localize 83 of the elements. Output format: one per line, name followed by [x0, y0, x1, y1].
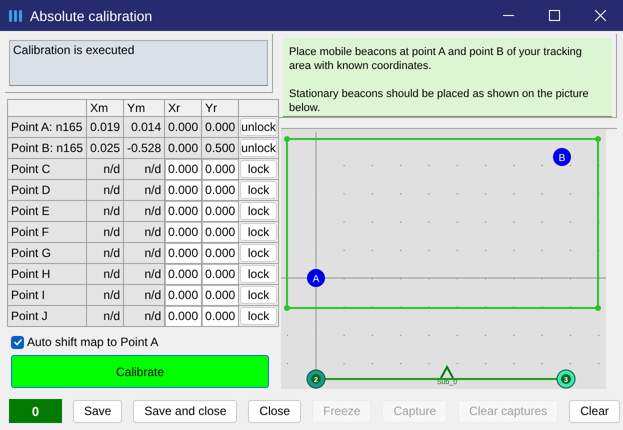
point-name-cell: Point I: [8, 284, 87, 306]
table-cell: 0.019: [86, 116, 124, 138]
input-field[interactable]: 0.000: [164, 158, 202, 180]
column-header: Xr: [164, 100, 202, 116]
table-cell: n/d: [86, 158, 124, 180]
table-cell: n/d: [86, 242, 124, 264]
table-cell: n/d: [124, 222, 165, 242]
input-field[interactable]: 0.000: [202, 264, 239, 284]
app-logo-icon: [8, 8, 24, 24]
column-header: Ym: [124, 100, 165, 116]
point-name-cell: Point J: [8, 306, 87, 326]
counter-badge: 0: [9, 399, 62, 423]
action-button[interactable]: Save and close: [133, 400, 238, 422]
checkbox-label: Auto shift map to Point A: [27, 335, 158, 349]
point-name-cell: Point E: [8, 200, 87, 222]
lock-button[interactable]: lock: [240, 160, 277, 178]
table-cell: n/d: [86, 306, 124, 326]
point-name-cell: Point D: [8, 180, 87, 200]
input-field[interactable]: 0.000: [164, 200, 202, 222]
beacon-label: A: [312, 274, 320, 285]
input-field[interactable]: 0.000: [164, 306, 202, 326]
lock-button[interactable]: lock: [240, 223, 277, 241]
input-field[interactable]: 0.000: [164, 242, 202, 264]
input-field[interactable]: 0.000: [164, 284, 202, 306]
instruction-text: Stationary beacons should be placed as shown on the picture below.: [289, 87, 590, 115]
table-cell: n/d: [124, 306, 165, 326]
table-cell: n/d: [124, 284, 165, 306]
table-cell: 0.025: [86, 138, 124, 158]
point-name-cell: Point C: [8, 158, 87, 180]
table-cell: n/d: [124, 264, 165, 284]
input-field[interactable]: 0.000: [202, 222, 239, 242]
table-cell: 0.000: [164, 138, 202, 158]
point-name-cell: Point B: n165: [8, 138, 87, 158]
beacon-label: B: [558, 153, 566, 164]
table-cell: 0.500: [202, 138, 239, 158]
input-field[interactable]: 0.000: [164, 264, 202, 284]
table-cell: -0.528: [124, 138, 165, 158]
input-field[interactable]: 0.000: [202, 180, 239, 200]
instruction-text: Place mobile beacons at point A and point B of your tracking area with known coordinates.: [289, 45, 583, 73]
checkbox[interactable]: [11, 336, 24, 348]
lock-button[interactable]: lock: [240, 265, 277, 283]
column-header: Xm: [86, 100, 124, 116]
calibrate-button[interactable]: Calibrate: [11, 355, 269, 388]
lock-button[interactable]: lock: [240, 181, 277, 199]
point-name-cell: Point H: [8, 264, 87, 284]
status-message: Calibration is executed: [9, 40, 268, 86]
column-header: Yr: [202, 100, 239, 116]
table-cell: n/d: [86, 222, 124, 242]
window-title: Absolute calibration: [30, 8, 154, 24]
lock-button[interactable]: lock: [240, 202, 277, 220]
table-cell: n/d: [124, 242, 165, 264]
lock-button[interactable]: lock: [240, 286, 277, 304]
input-field[interactable]: 0.000: [202, 284, 239, 306]
table-cell: n/d: [124, 180, 165, 200]
table-cell: n/d: [124, 158, 165, 180]
input-field[interactable]: 0.000: [202, 306, 239, 326]
table-cell: 0.000: [202, 116, 239, 138]
lock-button[interactable]: lock: [240, 244, 277, 262]
table-cell: 0.000: [164, 116, 202, 138]
table-cell: n/d: [86, 284, 124, 306]
point-name-cell: Point G: [8, 242, 87, 264]
table-cell: n/d: [124, 200, 165, 222]
input-field[interactable]: 0.000: [202, 158, 239, 180]
table-cell: n/d: [86, 180, 124, 200]
beacon-marker[interactable]: [553, 148, 571, 166]
input-field[interactable]: 0.000: [202, 242, 239, 264]
table-cell: 0.014: [124, 116, 165, 138]
point-name-cell: Point A: n165: [8, 116, 87, 138]
input-field[interactable]: 0.000: [164, 180, 202, 200]
input-field[interactable]: 0.000: [202, 200, 239, 222]
lock-button[interactable]: lock: [240, 307, 277, 325]
close-icon[interactable]: [594, 10, 606, 21]
beacon-marker[interactable]: [307, 269, 325, 287]
action-button[interactable]: Close: [248, 400, 302, 422]
table-cell: n/d: [86, 264, 124, 284]
input-field[interactable]: 0.000: [164, 222, 202, 242]
lock-button[interactable]: unlock: [240, 139, 277, 157]
table-cell: n/d: [86, 200, 124, 222]
maximize-icon[interactable]: [548, 10, 560, 21]
action-button[interactable]: Save: [73, 400, 122, 422]
point-name-cell: Point F: [8, 222, 87, 242]
lock-button[interactable]: unlock: [240, 118, 277, 136]
action-button[interactable]: Clear: [569, 400, 620, 422]
